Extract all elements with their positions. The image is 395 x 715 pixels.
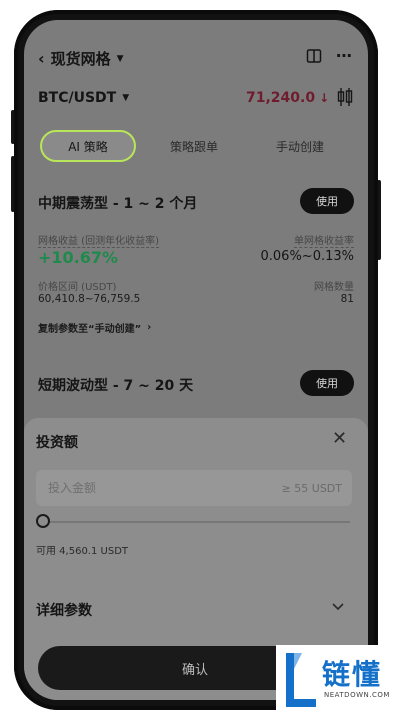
tab-copy-trading[interactable]: 策略跟单	[170, 138, 218, 155]
copy-params-link[interactable]: 复制参数至“手动创建” ›	[38, 320, 151, 335]
arrow-down-icon: ↓	[319, 91, 330, 105]
amount-slider-knob[interactable]	[36, 514, 50, 528]
return-value: +10.67%	[38, 248, 119, 267]
use-button[interactable]: 使用	[300, 370, 354, 396]
candlestick-icon[interactable]	[336, 86, 354, 112]
investment-amount-field[interactable]: ≥ 55 USDT	[36, 470, 352, 506]
chevron-down-icon[interactable]	[330, 598, 346, 618]
last-price: 71,240.0 ↓	[246, 90, 329, 106]
watermark-logo: 链懂 NEATDOWN.COM	[276, 645, 395, 715]
tab-manual-create[interactable]: 手动创建	[276, 138, 324, 155]
caret-down-icon[interactable]: ▼	[117, 54, 124, 64]
app-screen: ‹ 现货网格 ▼ ⋯ BTC/USDT ▼ 71,240.0 ↓ AI 策略 策…	[24, 20, 368, 700]
more-icon[interactable]: ⋯	[336, 46, 352, 65]
amount-slider-track[interactable]	[40, 521, 350, 523]
per-grid-value: 0.06%~0.13%	[260, 249, 355, 264]
count-label: 网格数量	[314, 282, 354, 293]
logo-subtext: NEATDOWN.COM	[324, 691, 390, 699]
tab-ai-strategy[interactable]: AI 策略	[40, 130, 136, 162]
strategy-title: 短期波动型 - 7 ~ 20 天	[38, 378, 194, 394]
pair-name: BTC/USDT	[38, 90, 117, 106]
sheet-title: 投资额	[36, 435, 78, 451]
logo-mark-icon	[280, 649, 320, 715]
page-title[interactable]: 现货网格	[51, 48, 111, 69]
range-value: 60,410.8~76,759.5	[38, 293, 141, 305]
min-amount-hint: ≥ 55 USDT	[281, 481, 342, 495]
strategy-title: 中期震荡型 - 1 ~ 2 个月	[38, 196, 198, 212]
caret-down-icon: ▼	[122, 93, 130, 103]
count-value: 81	[340, 293, 354, 305]
close-icon[interactable]: ✕	[332, 428, 347, 449]
available-balance: 可用 4,560.1 USDT	[36, 546, 129, 557]
logo-text: 链懂	[322, 658, 383, 691]
chevron-right-icon: ›	[147, 322, 152, 333]
per-grid-label: 单网格收益率	[294, 232, 354, 248]
strategy-tabs: AI 策略 策略跟单 手动创建	[40, 130, 360, 164]
price-value: 71,240.0	[246, 90, 316, 106]
range-label: 价格区间 (USDT)	[38, 282, 117, 293]
copy-params-label: 复制参数至“手动创建”	[38, 324, 142, 335]
details-label[interactable]: 详细参数	[36, 600, 92, 620]
book-icon[interactable]	[306, 48, 322, 68]
back-icon[interactable]: ‹	[38, 49, 45, 68]
nav-bar: ‹ 现货网格 ▼	[38, 48, 124, 69]
pair-selector[interactable]: BTC/USDT ▼	[38, 90, 129, 106]
use-button[interactable]: 使用	[300, 188, 354, 214]
phone-body: ‹ 现货网格 ▼ ⋯ BTC/USDT ▼ 71,240.0 ↓ AI 策略 策…	[14, 10, 378, 710]
investment-amount-input[interactable]	[46, 480, 250, 496]
return-label: 网格收益 (回测年化收益率)	[38, 232, 159, 248]
